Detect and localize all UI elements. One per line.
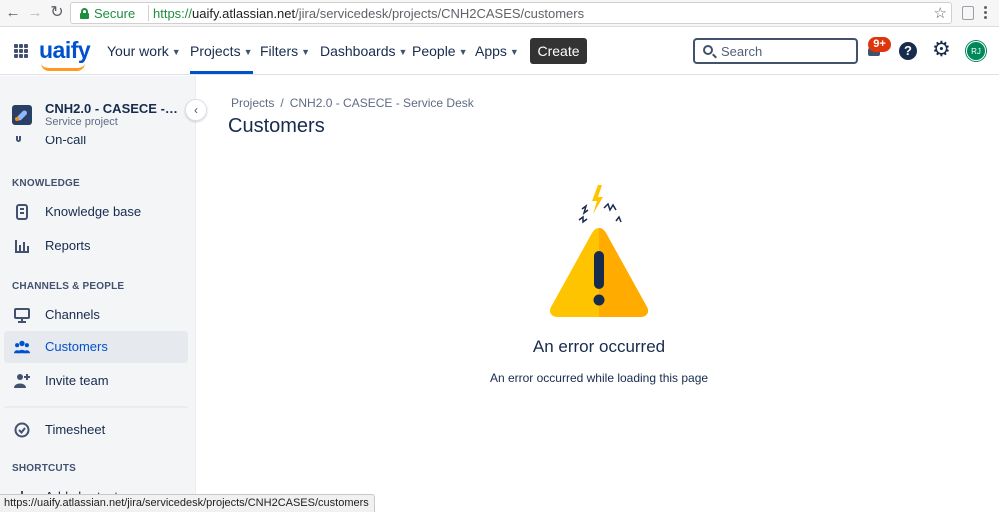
- sidebar-item-label: On-call: [45, 136, 87, 147]
- browser-menu-icon[interactable]: [984, 6, 988, 21]
- sidebar-item-customers[interactable]: Customers: [4, 331, 188, 363]
- url-host: uaify.atlassian.net: [192, 6, 296, 21]
- search-input[interactable]: [721, 42, 851, 60]
- top-navigation: uaify Your work ▼ Projects ▼ Filters ▼ Dash…: [0, 27, 999, 75]
- url-divider: [148, 5, 149, 21]
- nav-apps-label: Apps: [475, 43, 507, 59]
- on-call-icon: [16, 136, 21, 142]
- section-shortcuts: SHORTCUTS: [12, 463, 77, 474]
- sidebar-item-label: Reports: [45, 238, 91, 253]
- project-sidebar: CNH2.0 - CASECE - Service Desk Service p…: [0, 76, 196, 512]
- section-knowledge: KNOWLEDGE: [12, 178, 80, 189]
- secure-label: Secure: [94, 6, 136, 21]
- chevron-down-icon: ▼: [301, 47, 311, 57]
- sidebar-item-label: Customers: [45, 339, 108, 354]
- bar-chart-icon: [15, 240, 29, 253]
- sidebar-item-label: Channels: [45, 307, 100, 322]
- breadcrumb-projects[interactable]: Projects: [231, 96, 274, 110]
- chevron-down-icon: ▼: [398, 47, 408, 57]
- nav-people[interactable]: People ▼: [412, 43, 468, 59]
- people-group-icon: [14, 340, 30, 354]
- chevron-down-icon: ▼: [171, 47, 181, 57]
- project-rocket-icon: [12, 105, 32, 125]
- project-type: Service project: [45, 116, 118, 128]
- sidebar-item-label: Knowledge base: [45, 204, 142, 219]
- nav-people-label: People: [412, 43, 456, 59]
- book-icon: [16, 204, 28, 220]
- nav-projects-label: Projects: [190, 43, 241, 59]
- breadcrumb: Projects / CNH2.0 - CASECE - Service Desk: [231, 96, 474, 110]
- create-button[interactable]: Create: [530, 38, 587, 64]
- help-icon[interactable]: ?: [899, 42, 917, 60]
- browser-toolbar: ← → ↻ Secure https://uaify.atlassian.net…: [0, 0, 999, 27]
- logo-text: uaify: [39, 37, 91, 63]
- search-box[interactable]: [693, 38, 858, 64]
- search-icon: [703, 45, 713, 55]
- forward-arrow-icon[interactable]: →: [26, 4, 44, 22]
- url-protocol: https://: [153, 6, 193, 21]
- url-path: /jira/servicedesk/projects/CNH2CASES/cus…: [295, 6, 585, 21]
- extension-icon[interactable]: [962, 6, 974, 20]
- lock-icon: [80, 8, 89, 19]
- warning-illustration-icon: [549, 185, 649, 317]
- sidebar-item-reports[interactable]: Reports: [4, 230, 188, 262]
- breadcrumb-separator: /: [280, 96, 284, 110]
- nav-your-work[interactable]: Your work ▼: [107, 43, 181, 59]
- check-circle-icon: [14, 422, 30, 438]
- product-logo[interactable]: uaify: [39, 37, 91, 71]
- nav-dashboards-label: Dashboards: [320, 43, 396, 59]
- notification-badge: 9+: [868, 37, 891, 52]
- sidebar-item-knowledge-base[interactable]: Knowledge base: [4, 196, 188, 228]
- monitor-icon: [14, 308, 30, 323]
- section-channels-people: CHANNELS & PEOPLE: [12, 281, 125, 292]
- error-message: An error occurred while loading this pag…: [489, 371, 709, 385]
- page-title: Customers: [228, 115, 325, 137]
- sidebar-divider: [4, 406, 188, 408]
- nav-projects[interactable]: Projects ▼: [190, 43, 253, 74]
- sidebar-item-on-call[interactable]: On-call: [4, 136, 188, 148]
- avatar[interactable]: RJ: [966, 41, 986, 61]
- chevron-down-icon: ▼: [458, 47, 468, 57]
- app-switcher-icon[interactable]: [14, 44, 28, 58]
- sidebar-item-invite-team[interactable]: Invite team: [4, 365, 188, 397]
- settings-gear-icon[interactable]: ⚙: [932, 39, 951, 61]
- project-name[interactable]: CNH2.0 - CASECE - Service Desk: [45, 101, 180, 116]
- breadcrumb-project[interactable]: CNH2.0 - CASECE - Service Desk: [290, 96, 474, 110]
- nav-dashboards[interactable]: Dashboards ▼: [320, 43, 407, 59]
- nav-apps[interactable]: Apps ▼: [475, 43, 519, 59]
- nav-filters-label: Filters: [260, 43, 299, 59]
- add-person-icon: [14, 374, 30, 388]
- collapse-sidebar-button[interactable]: ‹: [185, 99, 207, 121]
- reload-icon[interactable]: ↻: [48, 4, 66, 22]
- nav-filters[interactable]: Filters ▼: [260, 43, 310, 59]
- sidebar-item-label: Invite team: [45, 373, 109, 388]
- sidebar-item-channels[interactable]: Channels: [4, 299, 188, 331]
- error-title: An error occurred: [532, 337, 666, 356]
- url-text[interactable]: https://uaify.atlassian.net/jira/service…: [153, 6, 584, 21]
- back-arrow-icon[interactable]: ←: [4, 4, 22, 22]
- bookmark-star-icon[interactable]: ☆: [934, 4, 947, 22]
- logo-smile-icon: [41, 63, 85, 71]
- nav-your-work-label: Your work: [107, 43, 169, 59]
- address-bar[interactable]: Secure https://uaify.atlassian.net/jira/…: [70, 2, 952, 24]
- chevron-down-icon: ▼: [243, 47, 253, 57]
- chevron-down-icon: ▼: [509, 47, 519, 57]
- sidebar-item-label: Timesheet: [45, 422, 106, 437]
- link-status-bar: https://uaify.atlassian.net/jira/service…: [0, 494, 375, 512]
- sidebar-item-timesheet[interactable]: Timesheet: [4, 414, 188, 446]
